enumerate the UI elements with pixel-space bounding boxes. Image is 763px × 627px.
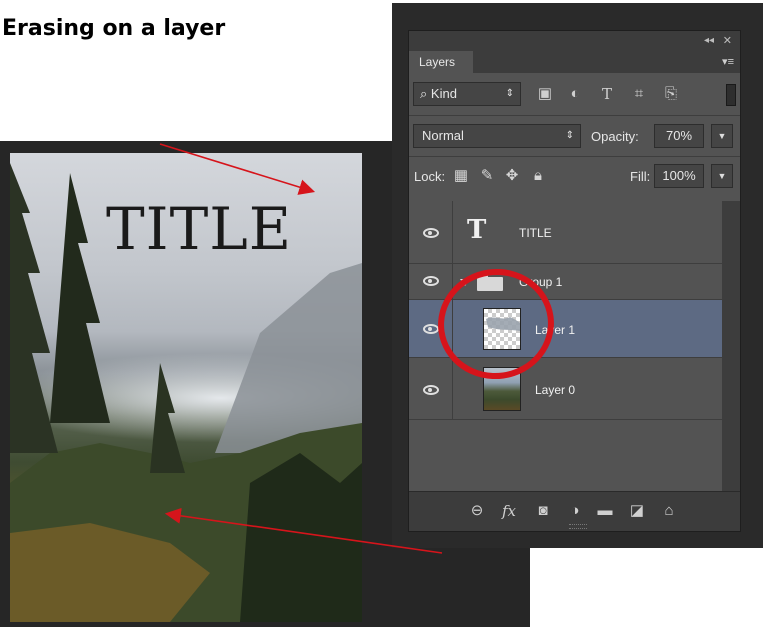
eye-icon — [423, 276, 439, 286]
layer-row-layer-0[interactable]: Layer 0 — [409, 358, 722, 420]
filter-bar: ⌕ Kind ⇕ ▣ ◐ T ⌗ ⎘ — [409, 79, 740, 111]
blend-bar: Normal ⇕ Opacity: 70% ▼ — [409, 121, 740, 153]
panel-tabbar: ◂◂ ✕ Layers ▾≡ — [409, 31, 740, 73]
type-filter-icon[interactable]: T — [599, 86, 615, 102]
visibility-cell[interactable] — [409, 201, 453, 263]
visibility-cell[interactable] — [409, 300, 453, 357]
lock-label: Lock: — [414, 169, 446, 184]
layer-row-group[interactable]: Group 1 — [409, 264, 722, 300]
lock-pixels-icon[interactable]: ✎ — [478, 167, 496, 185]
folder-icon — [477, 273, 503, 291]
shape-filter-icon[interactable]: ⌗ — [631, 86, 647, 102]
layer-name: Group 1 — [519, 275, 563, 289]
new-group-icon[interactable]: ▬ — [595, 501, 615, 521]
smart-object-filter-icon[interactable]: ⎘ — [663, 86, 679, 102]
opacity-label: Opacity: — [591, 129, 639, 144]
divider — [409, 115, 740, 116]
collapse-icon[interactable]: ◂◂ — [704, 35, 714, 46]
mask-icon[interactable]: ◙ — [533, 501, 553, 521]
chevron-down-icon[interactable] — [460, 279, 470, 286]
lock-bar: Lock: ▦ ✎ ✥ 🔒︎ Fill: 100% ▼ — [409, 159, 740, 193]
fx-icon[interactable]: fx — [499, 501, 519, 521]
search-icon: ⌕ — [420, 86, 428, 101]
panel-menu-icon[interactable]: ▾≡ — [722, 55, 734, 68]
layers-list: T TITLE Group 1 Layer 1 Layer 0 — [409, 201, 722, 491]
grip-handle[interactable] — [569, 524, 587, 529]
link-layers-icon[interactable]: ⊖ — [467, 501, 487, 521]
heading: . Erasing on a layer — [0, 16, 226, 41]
fill-dropdown-button[interactable]: ▼ — [711, 164, 733, 188]
blend-mode-select[interactable]: Normal ⇕ — [413, 124, 581, 148]
visibility-cell[interactable] — [409, 358, 453, 419]
lock-all-icon[interactable]: 🔒︎ — [529, 167, 547, 185]
panel-bottom-bar: ⊖ fx ◙ ◑ ▬ ◪ ⌂ — [409, 491, 740, 531]
document-canvas[interactable]: TITLE — [10, 153, 362, 622]
pixel-filter-icon[interactable]: ▣ — [537, 86, 553, 102]
close-icon[interactable]: ✕ — [723, 34, 732, 47]
fill-label: Fill: — [630, 169, 651, 184]
lock-position-icon[interactable]: ✥ — [503, 167, 521, 185]
photo-title-text: TITLE — [106, 195, 293, 263]
layers-scrollbar[interactable] — [722, 201, 740, 491]
new-layer-icon[interactable]: ◪ — [627, 501, 647, 521]
kind-select[interactable]: ⌕ Kind ⇕ — [413, 82, 521, 106]
layers-panel: ◂◂ ✕ Layers ▾≡ ⌕ Kind ⇕ ▣ ◐ T ⌗ ⎘ Normal… — [408, 30, 741, 532]
eye-icon — [423, 228, 439, 238]
opacity-dropdown-button[interactable]: ▼ — [711, 124, 733, 148]
eye-icon — [423, 385, 439, 395]
tab-layers[interactable]: Layers — [409, 51, 473, 73]
updown-icon: ⇕ — [505, 88, 514, 99]
filter-toggle[interactable] — [726, 84, 736, 106]
visibility-cell[interactable] — [409, 264, 453, 299]
fill-field[interactable]: 100% — [654, 164, 704, 188]
layer-name: Layer 0 — [535, 383, 576, 397]
divider — [409, 156, 740, 157]
adjustment-filter-icon[interactable]: ◐ — [567, 86, 583, 102]
trash-icon[interactable]: ⌂ — [659, 501, 679, 521]
layer-row-title[interactable]: T TITLE — [409, 201, 722, 264]
updown-icon: ⇕ — [565, 130, 574, 141]
layer-name: TITLE — [519, 226, 552, 240]
layer-name: Layer 1 — [535, 323, 576, 337]
opacity-field[interactable]: 70% — [654, 124, 704, 148]
layer-thumbnail — [483, 308, 521, 350]
text-layer-icon: T — [467, 215, 487, 245]
layer-row-layer-1[interactable]: Layer 1 — [409, 300, 722, 358]
blend-mode-value: Normal — [422, 128, 464, 143]
kind-label: Kind — [430, 86, 457, 101]
eye-icon — [423, 324, 439, 334]
adjustment-icon[interactable]: ◑ — [565, 501, 585, 521]
layer-thumbnail — [483, 367, 521, 411]
lock-transparent-icon[interactable]: ▦ — [452, 167, 470, 185]
